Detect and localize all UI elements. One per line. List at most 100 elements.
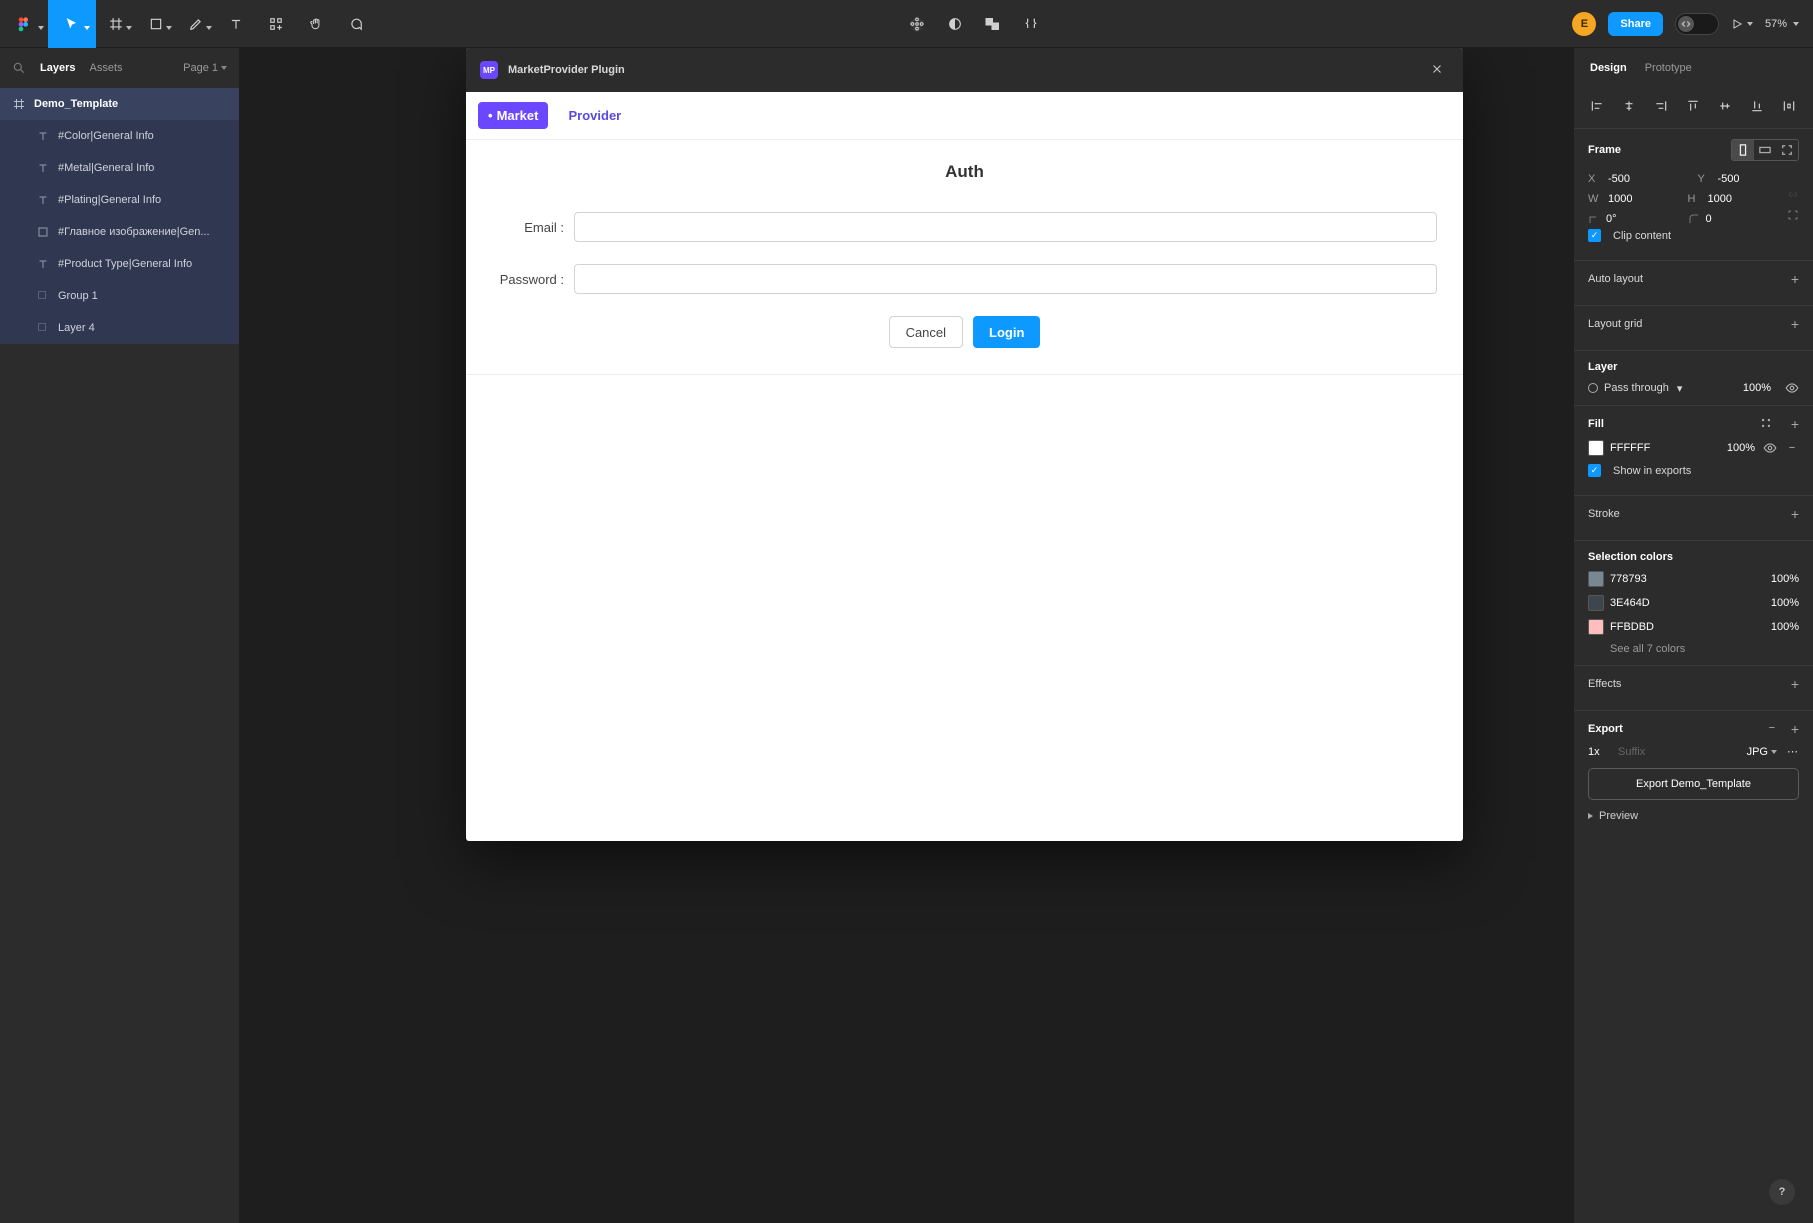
- selection-color-row[interactable]: 3E464D100%: [1588, 595, 1799, 611]
- plugin-titlebar[interactable]: MP MarketProvider Plugin: [466, 48, 1463, 92]
- layer-row[interactable]: Demo_Template: [0, 88, 239, 120]
- close-button[interactable]: [1425, 57, 1449, 84]
- tab-provider[interactable]: Provider: [558, 102, 631, 129]
- search-icon[interactable]: [12, 61, 26, 75]
- export-format[interactable]: JPG: [1747, 746, 1777, 758]
- layer-opacity[interactable]: 100%: [1743, 382, 1771, 394]
- export-more[interactable]: ⋯: [1787, 745, 1799, 758]
- move-tool[interactable]: [48, 0, 96, 48]
- text-icon: [36, 257, 50, 271]
- independent-corners-icon[interactable]: [1787, 209, 1799, 221]
- auto-layout-add[interactable]: +: [1791, 271, 1799, 287]
- frame-tool[interactable]: [96, 0, 136, 48]
- resize-horizontal-icon[interactable]: [1754, 140, 1776, 160]
- layer-section-title: Layer: [1588, 361, 1617, 373]
- export-suffix[interactable]: Suffix: [1618, 746, 1737, 758]
- layer-name: #Product Type|General Info: [58, 258, 192, 270]
- align-vcenter-icon[interactable]: [1712, 94, 1738, 118]
- resize-mode-segmented[interactable]: [1731, 139, 1799, 161]
- color-swatch[interactable]: [1588, 619, 1604, 635]
- frame-y[interactable]: -500: [1718, 169, 1800, 189]
- clip-content-checkbox[interactable]: [1588, 229, 1601, 242]
- email-field[interactable]: [574, 212, 1437, 242]
- selection-color-row[interactable]: FFBDBD100%: [1588, 619, 1799, 635]
- canvas[interactable]: Demo_Template ıocan MP MarketProvider Pl…: [240, 48, 1573, 1223]
- constrain-icon[interactable]: [1787, 189, 1799, 201]
- layers-tab[interactable]: Layers: [40, 62, 75, 74]
- color-swatch[interactable]: [1588, 595, 1604, 611]
- hand-tool[interactable]: [296, 0, 336, 48]
- frame-w[interactable]: 1000: [1608, 189, 1680, 209]
- blend-mode[interactable]: Pass through: [1604, 382, 1669, 394]
- align-hcenter-icon[interactable]: [1616, 94, 1642, 118]
- fill-styles-icon[interactable]: [1759, 416, 1773, 430]
- shape-tool[interactable]: [136, 0, 176, 48]
- avatar[interactable]: E: [1572, 12, 1596, 36]
- layout-grid-add[interactable]: +: [1791, 316, 1799, 332]
- fill-remove[interactable]: −: [1785, 441, 1799, 455]
- resize-vertical-icon[interactable]: [1732, 140, 1754, 160]
- pen-tool[interactable]: [176, 0, 216, 48]
- frame-x[interactable]: -500: [1608, 169, 1690, 189]
- login-button[interactable]: Login: [973, 316, 1040, 348]
- fill-swatch[interactable]: [1588, 440, 1604, 456]
- resize-fit-icon[interactable]: [1776, 140, 1798, 160]
- tab-market[interactable]: Market: [478, 102, 548, 129]
- present-button[interactable]: [1731, 18, 1753, 30]
- see-all-colors[interactable]: See all 7 colors: [1588, 643, 1799, 655]
- show-in-exports-checkbox[interactable]: [1588, 464, 1601, 477]
- stroke-add[interactable]: +: [1791, 506, 1799, 522]
- zoom-dropdown[interactable]: 57%: [1765, 18, 1799, 30]
- layer-row[interactable]: #Plating|General Info: [0, 184, 239, 216]
- help-button[interactable]: ?: [1769, 1179, 1795, 1205]
- align-top-icon[interactable]: [1680, 94, 1706, 118]
- password-field[interactable]: [574, 264, 1437, 294]
- layer-visibility-icon[interactable]: [1785, 381, 1799, 395]
- layer-name: #Metal|General Info: [58, 162, 154, 174]
- color-swatch[interactable]: [1588, 571, 1604, 587]
- dark-mode-icon[interactable]: [941, 10, 969, 38]
- layer-row[interactable]: #Color|General Info: [0, 120, 239, 152]
- assets-tab[interactable]: Assets: [89, 62, 122, 74]
- main-menu-button[interactable]: [0, 0, 48, 48]
- text-icon: [36, 161, 50, 175]
- effects-add[interactable]: +: [1791, 676, 1799, 692]
- rotation-icon: [1588, 213, 1600, 225]
- missing-fonts-icon[interactable]: [903, 10, 931, 38]
- layer-row[interactable]: #Главное изображение|Gen...: [0, 216, 239, 248]
- frame-corner[interactable]: 0: [1706, 209, 1780, 229]
- export-add[interactable]: +: [1791, 721, 1799, 737]
- frame-rotation[interactable]: 0°: [1606, 209, 1680, 229]
- frame-h[interactable]: 1000: [1708, 189, 1780, 209]
- layer-row[interactable]: Group 1: [0, 280, 239, 312]
- page-dropdown[interactable]: Page 1: [183, 62, 227, 74]
- layer-row[interactable]: #Product Type|General Info: [0, 248, 239, 280]
- fill-visibility-icon[interactable]: [1763, 441, 1777, 455]
- export-remove[interactable]: −: [1765, 721, 1779, 735]
- tab-design[interactable]: Design: [1590, 62, 1627, 74]
- share-button[interactable]: Share: [1608, 12, 1663, 36]
- tab-prototype[interactable]: Prototype: [1645, 62, 1692, 74]
- text-tool[interactable]: [216, 0, 256, 48]
- fill-opacity[interactable]: 100%: [1727, 442, 1755, 454]
- export-preview-toggle[interactable]: Preview: [1588, 810, 1799, 822]
- fill-title: Fill: [1588, 418, 1604, 430]
- align-bottom-icon[interactable]: [1744, 94, 1770, 118]
- layer-row[interactable]: Layer 4: [0, 312, 239, 344]
- distribute-icon[interactable]: [1776, 94, 1802, 118]
- frame-section-title[interactable]: Frame: [1588, 144, 1621, 156]
- fill-add[interactable]: +: [1791, 416, 1799, 432]
- dev-handoff-icon[interactable]: [1017, 10, 1045, 38]
- fill-hex[interactable]: FFFFFF: [1610, 442, 1674, 454]
- dev-mode-toggle[interactable]: [1675, 13, 1719, 35]
- layer-row[interactable]: #Metal|General Info: [0, 152, 239, 184]
- selection-color-row[interactable]: 778793100%: [1588, 571, 1799, 587]
- resources-tool[interactable]: [256, 0, 296, 48]
- multiplayer-icon[interactable]: [979, 10, 1007, 38]
- align-right-icon[interactable]: [1648, 94, 1674, 118]
- align-left-icon[interactable]: [1584, 94, 1610, 118]
- export-button[interactable]: Export Demo_Template: [1588, 768, 1799, 800]
- export-scale[interactable]: 1x: [1588, 746, 1608, 758]
- comment-tool[interactable]: [336, 0, 376, 48]
- cancel-button[interactable]: Cancel: [889, 316, 963, 348]
